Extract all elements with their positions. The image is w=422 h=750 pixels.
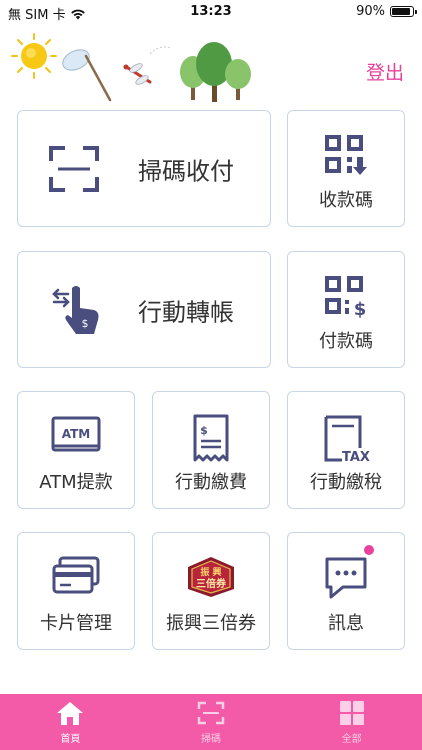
tab-all-label: 全部 (341, 734, 362, 745)
bill-pay-label: 行動繳費 (175, 472, 247, 493)
transfer-hand-icon: $ (52, 285, 99, 334)
home-icon (57, 702, 84, 725)
mobile-transfer-tile[interactable]: $ 行動轉帳 (17, 251, 271, 368)
battery-icon (390, 6, 417, 17)
grid-icon (339, 701, 364, 725)
mobile-transfer-label: 行動轉帳 (138, 298, 234, 326)
net-icon (62, 49, 112, 102)
status-bar: 無 SIM 卡 13:23 90% (0, 0, 422, 26)
sun-icon (11, 33, 57, 79)
scan-pay-tile[interactable]: 掃碼收付 (17, 110, 271, 227)
chat-bubble-icon (325, 557, 367, 599)
voucher-icon-line2: 三倍券 (196, 577, 227, 590)
tab-home[interactable]: 首頁 (0, 694, 141, 750)
tab-scan[interactable]: 掃碼 (141, 694, 282, 750)
svg-text:$: $ (82, 317, 89, 330)
card-manage-tile[interactable]: 卡片管理 (17, 532, 135, 650)
battery-percent: 90% (356, 4, 385, 19)
atm-withdraw-tile[interactable]: ATM ATM提款 (17, 391, 135, 509)
atm-withdraw-label: ATM提款 (39, 472, 113, 493)
tax-icon: TAX (324, 415, 370, 464)
scan-icon (197, 701, 225, 725)
pay-code-tile[interactable]: $ 付款碼 (287, 251, 405, 368)
svg-text:$: $ (200, 424, 208, 437)
tab-home-label: 首頁 (60, 734, 81, 745)
svg-text:$: $ (354, 299, 367, 318)
tab-all[interactable]: 全部 (281, 694, 422, 750)
header-illustration (11, 33, 251, 102)
triple-voucher-label: 振興三倍券 (166, 613, 256, 634)
credit-card-icon (52, 556, 100, 594)
receive-code-label: 收款碼 (319, 190, 373, 211)
bill-icon: $ (193, 414, 229, 462)
scan-pay-label: 掃碼收付 (138, 157, 234, 185)
tax-pay-label: 行動繳稅 (310, 472, 382, 493)
messages-label: 訊息 (328, 613, 364, 634)
scan-frame-icon (49, 145, 99, 192)
pay-code-label: 付款碼 (319, 331, 373, 352)
battery-level (392, 8, 410, 15)
bottom-tab-bar: 首頁 掃碼 全部 (0, 694, 422, 750)
qr-receive-icon (325, 135, 367, 175)
logout-button[interactable]: 登出 (366, 58, 404, 85)
voucher-icon-line1: 振 興 (200, 566, 221, 578)
battery-area: 90% (356, 4, 417, 19)
messages-tile[interactable]: 訊息 (287, 532, 405, 650)
unread-badge (364, 545, 374, 555)
triple-voucher-tile[interactable]: 振 興 三倍券 振興三倍券 (152, 532, 270, 650)
tab-scan-label: 掃碼 (201, 734, 221, 745)
card-manage-label: 卡片管理 (40, 613, 112, 634)
bill-pay-tile[interactable]: $ 行動繳費 (152, 391, 270, 509)
dragonfly-icon (123, 46, 171, 85)
atm-icon-text: ATM (62, 427, 90, 441)
tax-icon-text: TAX (342, 450, 370, 464)
receive-code-tile[interactable]: 收款碼 (287, 110, 405, 227)
trees-icon (180, 42, 251, 102)
header: 登出 (0, 28, 422, 104)
qr-pay-icon: $ (325, 276, 367, 318)
tax-pay-tile[interactable]: TAX 行動繳稅 (287, 391, 405, 509)
voucher-badge-icon: 振 興 三倍券 (188, 557, 234, 597)
atm-icon: ATM (51, 416, 101, 452)
